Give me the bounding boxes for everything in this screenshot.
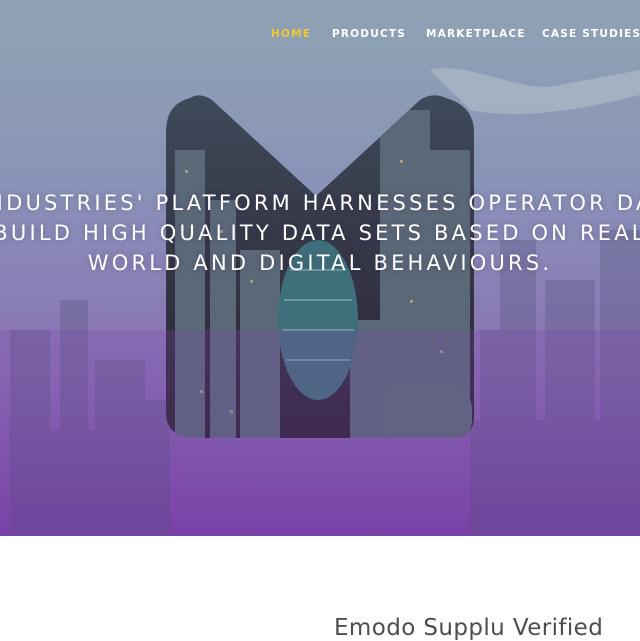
nav-item-marketplace[interactable]: MARKETPLACE [426,28,526,40]
content-section: Emodo Supplu Verified [0,536,640,641]
tagline-line-1: HUQ INDUSTRIES' PLATFORM HARNESSES OPERA… [0,191,640,215]
hero-tagline: HUQ INDUSTRIES' PLATFORM HARNESSES OPERA… [0,188,640,278]
hero-section: HOME PRODUCTS MARKETPLACE CASE STUDIES H… [0,0,640,536]
tagline-line-2: BUILD HIGH QUALITY DATA SETS BASED ON RE… [0,221,640,245]
nav-item-home[interactable]: HOME [271,28,311,40]
nav-item-case-studies[interactable]: CASE STUDIES [542,28,640,40]
nav-item-products[interactable]: PRODUCTS [332,28,406,40]
tagline-line-3: WORLD AND DIGITAL BEHAVIOURS. [87,251,553,275]
section-heading: Emodo Supplu Verified [334,615,604,641]
main-nav: HOME PRODUCTS MARKETPLACE CASE STUDIES [0,28,640,44]
